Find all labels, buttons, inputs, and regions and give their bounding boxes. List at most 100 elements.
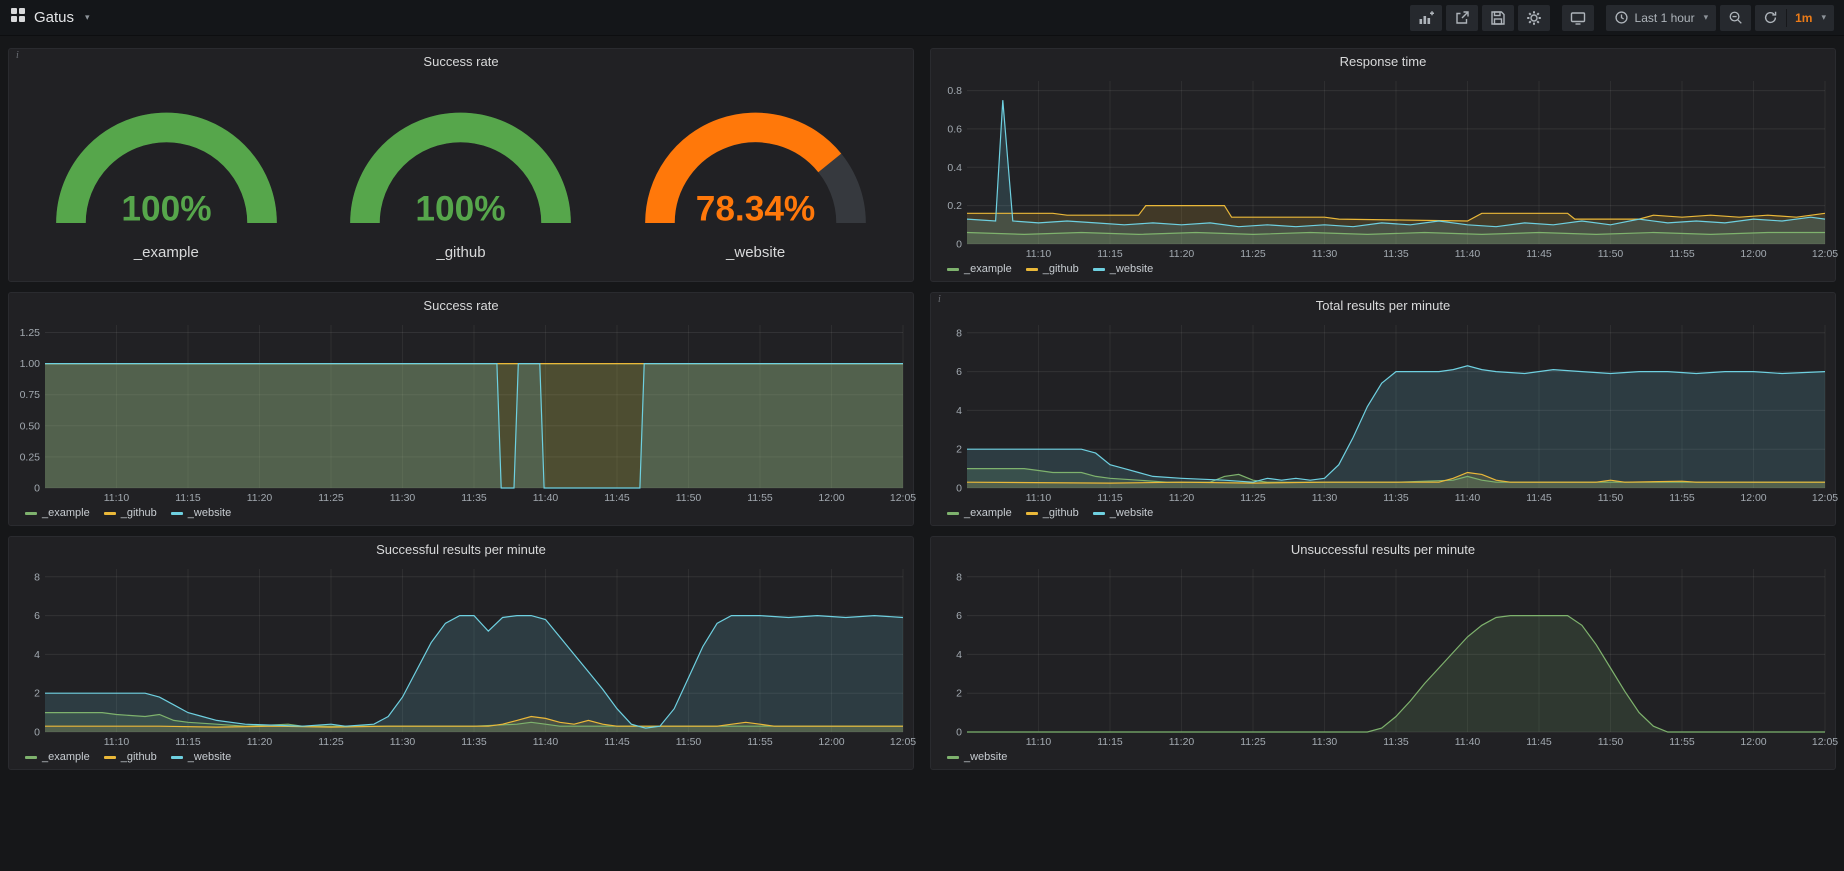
- x-tick-label: 11:55: [747, 736, 773, 748]
- panel-header[interactable]: Unsuccessful results per minute: [931, 537, 1835, 562]
- legend-item-_github[interactable]: _github: [104, 751, 157, 763]
- legend: _website: [931, 749, 1835, 769]
- panel-success-rate-timeseries: Success rate 11:1011:1511:2011:2511:3011…: [8, 292, 914, 526]
- panel-success-rate-gauges: i Success rate 100%_example100%_github78…: [8, 48, 914, 282]
- chart-success-rate[interactable]: 11:1011:1511:2011:2511:3011:3511:4011:45…: [9, 318, 913, 505]
- legend-color-dash: [1093, 512, 1105, 515]
- panel-header[interactable]: Success rate: [9, 49, 913, 74]
- gauge-label: _github: [436, 244, 485, 261]
- y-tick-label: 6: [956, 366, 962, 378]
- x-tick-label: 11:50: [1598, 248, 1624, 260]
- panel-info-icon[interactable]: i: [13, 50, 22, 61]
- chart-total-results[interactable]: 11:1011:1511:2011:2511:3011:3511:4011:45…: [931, 318, 1835, 505]
- panel-title: Unsuccessful results per minute: [1291, 542, 1475, 557]
- zoom-out-button[interactable]: [1720, 5, 1751, 31]
- refresh-button[interactable]: 1m ▾: [1755, 5, 1834, 31]
- legend-item-_example[interactable]: _example: [25, 751, 90, 763]
- settings-button[interactable]: [1518, 5, 1550, 31]
- gauge-label: _example: [134, 244, 199, 261]
- legend-item-_website[interactable]: _website: [947, 751, 1007, 763]
- y-tick-label: 4: [34, 649, 40, 661]
- chart-canvas: 11:1011:1511:2011:2511:3011:3511:4011:45…: [935, 318, 1839, 505]
- chart-unsuccessful-results[interactable]: 11:1011:1511:2011:2511:3011:3511:4011:45…: [931, 562, 1835, 749]
- top-navbar: Gatus ▾: [0, 0, 1844, 36]
- tv-mode-button[interactable]: [1562, 5, 1594, 31]
- chart-canvas: 11:1011:1511:2011:2511:3011:3511:4011:45…: [13, 562, 917, 749]
- panel-header[interactable]: Response time: [931, 49, 1835, 74]
- x-tick-label: 11:15: [1097, 736, 1123, 748]
- legend-item-_website[interactable]: _website: [171, 507, 231, 519]
- x-tick-label: 11:25: [318, 492, 344, 504]
- time-range-button[interactable]: Last 1 hour ▾: [1606, 5, 1717, 31]
- legend-series-name: _website: [188, 751, 231, 763]
- legend-color-dash: [1026, 268, 1038, 271]
- refresh-interval-value: 1m: [1795, 11, 1812, 25]
- panel-header[interactable]: Successful results per minute: [9, 537, 913, 562]
- x-tick-label: 11:40: [1455, 736, 1481, 748]
- legend-item-_github[interactable]: _github: [1026, 263, 1079, 275]
- legend-item-_example[interactable]: _example: [947, 263, 1012, 275]
- legend-series-name: _example: [964, 263, 1012, 275]
- x-tick-label: 11:20: [247, 492, 273, 504]
- x-tick-label: 11:35: [1383, 492, 1409, 504]
- legend-item-_example[interactable]: _example: [25, 507, 90, 519]
- gauge-arc: 100%: [30, 91, 303, 239]
- chart-successful-results[interactable]: 11:1011:1511:2011:2511:3011:3511:4011:45…: [9, 562, 913, 749]
- legend-item-_website[interactable]: _website: [1093, 507, 1153, 519]
- x-tick-label: 11:15: [175, 736, 201, 748]
- series-fill-_website: [45, 616, 903, 732]
- panel-info-icon[interactable]: i: [935, 294, 944, 305]
- x-tick-label: 11:20: [1169, 248, 1195, 260]
- chart-response-time[interactable]: 11:1011:1511:2011:2511:3011:3511:4011:45…: [931, 74, 1835, 261]
- gauge-value: 100%: [121, 189, 211, 228]
- x-tick-label: 11:10: [1026, 492, 1052, 504]
- panel-header[interactable]: Total results per minute: [931, 293, 1835, 318]
- legend-color-dash: [947, 756, 959, 759]
- legend-series-name: _github: [121, 751, 157, 763]
- legend-item-_website[interactable]: _website: [171, 751, 231, 763]
- clock-icon: [1614, 10, 1629, 25]
- refresh-icon: [1763, 10, 1778, 25]
- x-tick-label: 11:30: [1312, 736, 1338, 748]
- monitor-icon: [1570, 10, 1586, 26]
- legend-color-dash: [1093, 268, 1105, 271]
- gauge-label: _website: [726, 244, 785, 261]
- legend: _example _github _website: [931, 505, 1835, 525]
- y-tick-label: 0: [34, 727, 40, 739]
- save-button[interactable]: [1482, 5, 1514, 31]
- zoom-out-icon: [1728, 10, 1743, 25]
- chevron-down-icon: ▾: [85, 12, 90, 23]
- x-tick-label: 11:40: [533, 736, 559, 748]
- y-tick-label: 0.25: [20, 451, 41, 463]
- y-tick-label: 0.2: [947, 200, 962, 212]
- legend-color-dash: [1026, 512, 1038, 515]
- x-tick-label: 11:20: [1169, 492, 1195, 504]
- legend-color-dash: [947, 512, 959, 515]
- x-tick-label: 11:25: [318, 736, 344, 748]
- share-button[interactable]: [1446, 5, 1478, 31]
- x-tick-label: 11:50: [676, 736, 702, 748]
- gauge-arc: 100%: [324, 91, 597, 239]
- x-tick-label: 11:55: [1669, 248, 1695, 260]
- x-tick-label: 11:10: [1026, 248, 1052, 260]
- legend-item-_github[interactable]: _github: [104, 507, 157, 519]
- x-tick-label: 11:35: [1383, 248, 1409, 260]
- save-icon: [1490, 10, 1506, 26]
- x-tick-label: 11:20: [1169, 736, 1195, 748]
- x-tick-label: 11:40: [1455, 492, 1481, 504]
- x-tick-label: 11:55: [747, 492, 773, 504]
- legend-color-dash: [104, 756, 116, 759]
- y-tick-label: 1.00: [20, 358, 41, 370]
- chevron-down-icon: ▾: [1704, 12, 1709, 23]
- chevron-down-icon: ▾: [1821, 12, 1826, 23]
- legend-item-_website[interactable]: _website: [1093, 263, 1153, 275]
- dashboard-title-button[interactable]: Gatus ▾: [10, 7, 90, 28]
- legend-item-_example[interactable]: _example: [947, 507, 1012, 519]
- panel-header[interactable]: Success rate: [9, 293, 913, 318]
- add-panel-button[interactable]: [1410, 5, 1442, 31]
- legend-item-_github[interactable]: _github: [1026, 507, 1079, 519]
- y-tick-label: 0.8: [947, 85, 962, 97]
- legend: _example _github _website: [931, 261, 1835, 281]
- x-tick-label: 11:25: [1240, 248, 1266, 260]
- x-tick-label: 12:05: [890, 492, 916, 504]
